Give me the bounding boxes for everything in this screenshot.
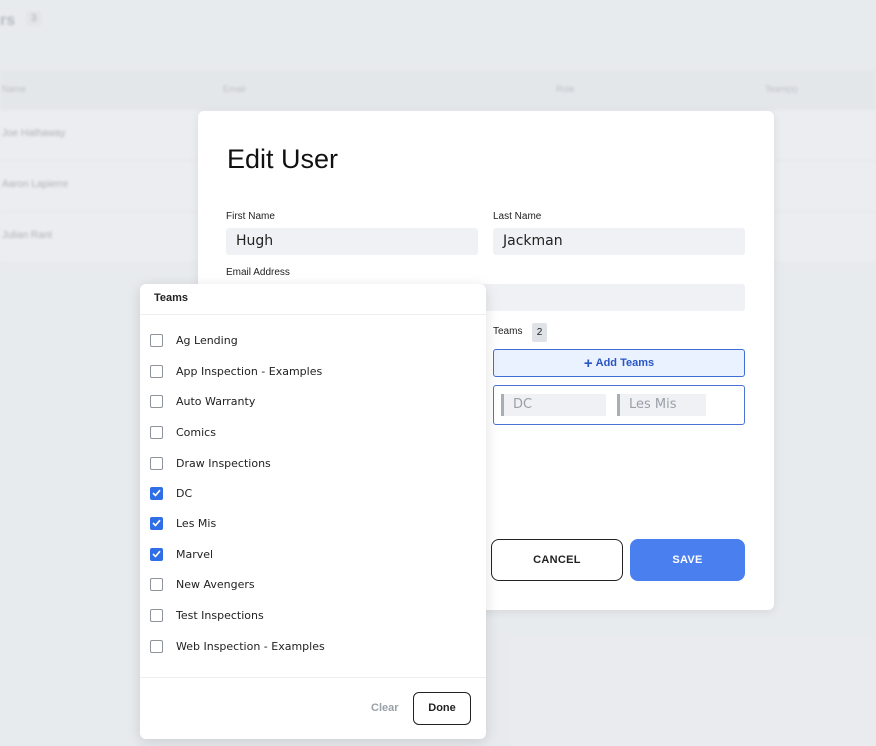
checkbox[interactable] xyxy=(150,425,163,439)
team-option-marvel[interactable]: Marvel xyxy=(150,544,213,564)
team-option-label: Marvel xyxy=(176,547,214,561)
teams-label: Teams xyxy=(493,326,523,337)
checkbox[interactable] xyxy=(150,456,163,470)
team-option-label: Ag Lending xyxy=(176,333,238,347)
add-teams-label: Add Teams xyxy=(595,357,655,369)
add-teams-button[interactable]: + Add Teams xyxy=(493,349,745,377)
checkmark-icon xyxy=(152,519,161,527)
checkbox-checked[interactable] xyxy=(150,516,163,530)
email-label: Email Address xyxy=(226,267,290,278)
team-option-les-mis[interactable]: Les Mis xyxy=(150,513,216,533)
team-option-draw-inspections[interactable]: Draw Inspections xyxy=(150,453,271,473)
teams-dropdown: Teams Ag Lending App Inspection - Exampl… xyxy=(140,284,486,739)
team-option-label: Draw Inspections xyxy=(176,456,271,470)
team-option-label: Comics xyxy=(176,425,216,439)
save-button[interactable]: SAVE xyxy=(630,539,745,581)
teams-count-badge: 2 xyxy=(532,323,547,342)
team-option-label: App Inspection - Examples xyxy=(176,364,323,378)
team-chip-dc[interactable]: DC xyxy=(501,394,606,416)
teams-dropdown-footer: Clear Done xyxy=(140,677,486,740)
selected-teams-box[interactable]: DC Les Mis xyxy=(493,385,745,425)
team-option-label: Les Mis xyxy=(176,516,217,530)
checkmark-icon xyxy=(152,550,161,558)
modal-title: Edit User xyxy=(227,144,339,174)
team-option-comics[interactable]: Comics xyxy=(150,422,216,442)
cancel-button[interactable]: CANCEL xyxy=(491,539,623,581)
team-option-app-inspection-examples[interactable]: App Inspection - Examples xyxy=(150,361,322,381)
team-option-auto-warranty[interactable]: Auto Warranty xyxy=(150,391,255,411)
checkbox-checked[interactable] xyxy=(150,547,163,561)
team-option-web-inspection-examples[interactable]: Web Inspection - Examples xyxy=(150,636,325,656)
teams-dropdown-title: Teams xyxy=(154,292,189,304)
team-option-label: Auto Warranty xyxy=(176,394,256,408)
team-chip-les-mis[interactable]: Les Mis xyxy=(617,394,706,416)
last-name-field[interactable]: Jackman xyxy=(493,228,745,255)
first-name-label: First Name xyxy=(226,211,275,222)
first-name-field[interactable]: Hugh xyxy=(226,228,478,255)
team-option-label: DC xyxy=(176,486,193,500)
checkbox[interactable] xyxy=(150,639,163,653)
team-option-dc[interactable]: DC xyxy=(150,483,192,503)
teams-dropdown-header: Teams xyxy=(140,284,486,315)
done-button[interactable]: Done xyxy=(413,692,471,725)
checkbox-checked[interactable] xyxy=(150,486,163,500)
team-option-label: New Avengers xyxy=(176,577,255,591)
plus-icon: + xyxy=(583,354,593,372)
team-option-new-avengers[interactable]: New Avengers xyxy=(150,574,255,594)
team-option-label: Test Inspections xyxy=(176,608,264,622)
checkbox[interactable] xyxy=(150,394,163,408)
team-option-test-inspections[interactable]: Test Inspections xyxy=(150,605,264,625)
checkmark-icon xyxy=(152,489,161,497)
checkbox[interactable] xyxy=(150,577,163,591)
clear-button[interactable]: Clear xyxy=(371,702,399,714)
checkbox[interactable] xyxy=(150,364,163,378)
checkbox[interactable] xyxy=(150,333,163,347)
last-name-label: Last Name xyxy=(493,211,542,222)
team-option-ag-lending[interactable]: Ag Lending xyxy=(150,330,238,350)
checkbox[interactable] xyxy=(150,608,163,622)
team-option-label: Web Inspection - Examples xyxy=(176,639,325,653)
